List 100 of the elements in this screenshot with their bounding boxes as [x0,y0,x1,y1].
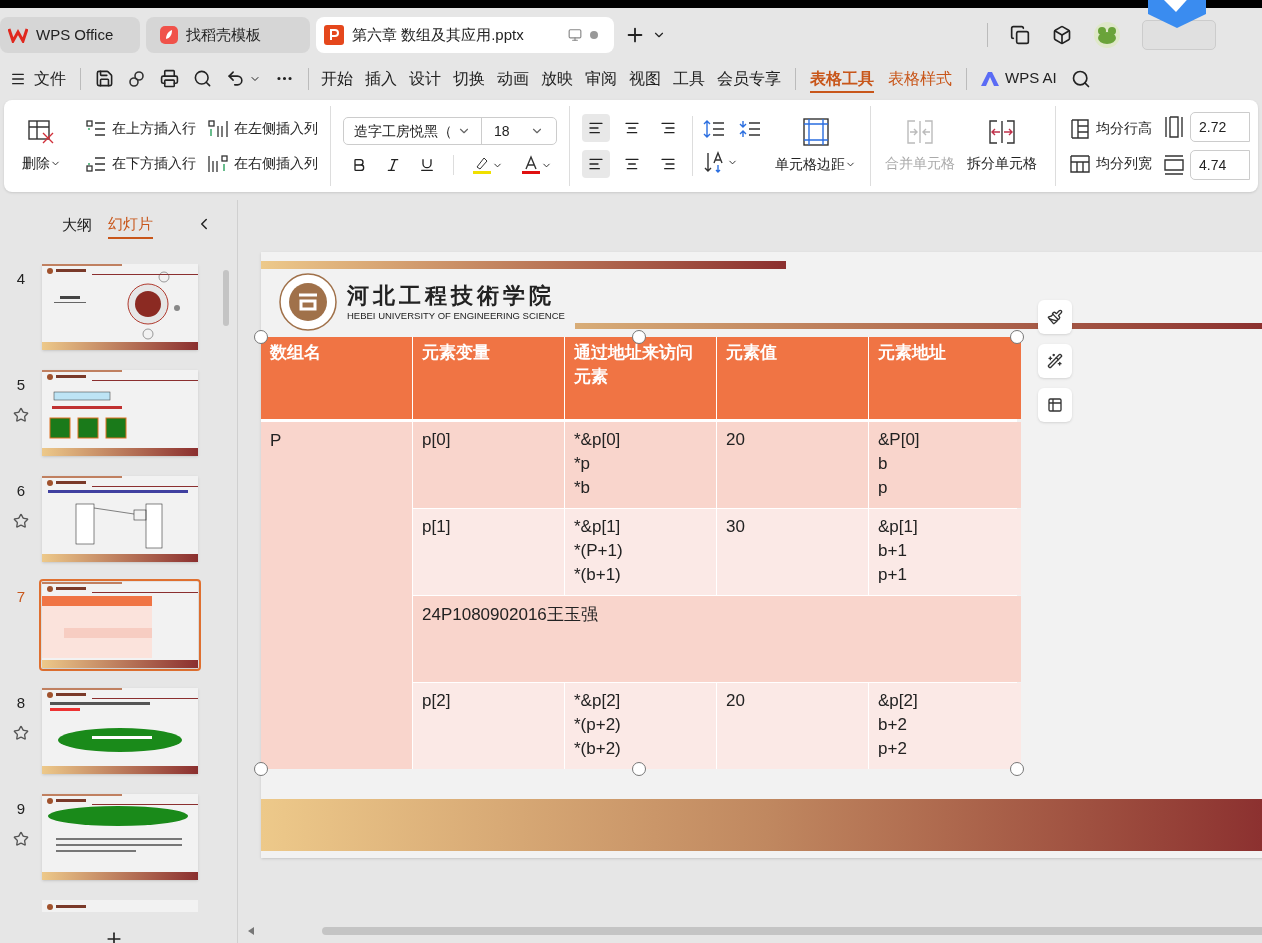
highlighter-icon [472,155,492,175]
menu-tab[interactable]: 开始 [321,66,353,91]
paragraph-spacing-icon[interactable] [739,119,761,139]
table-header-cell: 通过地址来访问元素 [565,337,716,419]
column-width-field[interactable]: 4.74 [1190,150,1250,180]
insert-row-icon [86,154,106,173]
save-icon[interactable] [95,69,114,88]
slide-number: 8 [16,693,26,713]
print-preview-icon[interactable] [193,69,212,88]
print-icon[interactable] [160,69,179,88]
split-cells-button[interactable]: 拆分单元格 [967,118,1037,174]
menu-tab[interactable]: 工具 [673,66,705,91]
highlight-button[interactable] [472,155,503,175]
insert-row-button[interactable]: 在下方插入行 [86,153,196,174]
insert-column-icon [208,154,228,173]
cell-margin-icon[interactable] [802,117,829,146]
slide-thumbnail[interactable] [42,900,198,912]
table-cell: p[0] [413,422,564,508]
distribute-rows-button[interactable]: 均分行高 [1070,118,1152,139]
menu-tab[interactable]: 设计 [409,66,441,91]
insert-column-button[interactable]: 在左侧插入列 [208,118,318,139]
panel-tab[interactable]: 大纲 [62,211,92,237]
underline-icon[interactable] [419,157,435,173]
delete-button[interactable]: 删除 [21,152,61,174]
slide-thumbnail[interactable] [42,476,198,562]
resize-handle[interactable] [1010,330,1024,344]
magic-button[interactable] [1038,344,1072,378]
align-top-button[interactable] [582,114,610,142]
school-english-name: HEBEI UNIVERSITY OF ENGINEERING SCIENCE [347,308,565,323]
align-center-icon[interactable] [624,120,640,136]
table-cell: 30 [717,509,868,595]
animation-star-icon[interactable] [13,830,29,847]
menu-tab[interactable]: 视图 [629,66,661,91]
table-cell: &p[2] b+2 p+2 [869,683,1021,769]
align-bottom-icon[interactable] [660,156,676,172]
animation-star-icon[interactable] [13,406,29,423]
align-right-icon[interactable] [660,120,676,136]
italic-icon[interactable] [385,157,401,173]
menu-tab[interactable]: 放映 [541,66,573,91]
link-icon[interactable] [128,69,146,88]
table-cell: &P[0] b p [869,422,1021,508]
distribute-columns-button[interactable]: 均分列宽 [1070,153,1152,174]
merge-cells-icon [906,118,934,145]
menu-tab[interactable]: 动画 [497,66,529,91]
columns-icon [1070,153,1090,174]
magic-wand-icon [1047,353,1063,369]
scroll-left-icon[interactable] [248,927,254,935]
resize-handle[interactable] [254,762,268,776]
school-name: 河北工程技術学院 [347,280,556,309]
panel-tab[interactable]: 幻灯片 [108,208,153,240]
animation-star-icon[interactable] [13,724,29,741]
table-cell: 20 [717,683,868,769]
slide-thumbnail[interactable] [42,264,198,350]
slide-thumbnail[interactable] [42,582,198,668]
fill-button[interactable] [1038,300,1072,334]
document-tab[interactable]: 第六章 数组及其应用.pptx [316,17,614,53]
slide-thumbnail[interactable] [42,370,198,456]
slide-thumbnail[interactable] [42,794,198,880]
align-middle-icon[interactable] [624,156,640,172]
table-cell: P [261,422,412,769]
search-icon[interactable] [1070,68,1091,89]
undo-icon[interactable] [226,69,245,88]
document-tab[interactable]: 找稻壳模板 [146,17,310,53]
cube-icon[interactable] [1052,25,1072,45]
menu-tab[interactable]: 切换 [453,66,485,91]
slide-thumbnail[interactable] [42,688,198,774]
resize-handle[interactable] [632,330,646,344]
slide-number: 6 [16,481,26,501]
align-left-icon [588,120,604,136]
menu-tab[interactable]: 审阅 [585,66,617,91]
ai-logo-icon [981,71,999,86]
context-tab[interactable]: 表格工具 [810,64,874,93]
insert-row-button[interactable]: 在上方插入行 [86,118,196,139]
align-left-button[interactable] [582,150,610,178]
cell-margin-button[interactable]: 单元格边距 [775,153,856,175]
scrollbar-thumb[interactable] [223,270,229,326]
monitor-icon[interactable] [568,28,582,42]
align-left-icon [588,156,604,172]
row-height-field[interactable]: 2.72 [1190,112,1250,142]
window-list-icon[interactable] [1010,25,1030,45]
login-button[interactable] [1142,20,1216,50]
menu-tab[interactable]: 插入 [365,66,397,91]
resize-handle[interactable] [1010,762,1024,776]
line-spacing-icon[interactable] [703,119,725,139]
font-color-button[interactable] [521,155,552,175]
table-style-button[interactable] [1038,388,1072,422]
row-height-icon [1164,116,1184,138]
context-tab[interactable]: 表格样式 [888,66,952,91]
rows-icon [1070,118,1090,139]
document-tab[interactable]: WPS Office [0,17,140,53]
menu-tab[interactable]: 会员专享 [717,66,781,91]
delete-table-icon[interactable] [27,118,55,145]
resize-handle[interactable] [632,762,646,776]
bold-icon[interactable] [351,157,367,173]
insert-column-button[interactable]: 在右侧插入列 [208,153,318,174]
horizontal-scrollbar-thumb[interactable] [322,927,1262,935]
animation-star-icon[interactable] [13,512,29,529]
resize-handle[interactable] [254,330,268,344]
wps-ai-button[interactable]: WPS AI [981,67,1057,90]
file-menu[interactable]: 文件 [34,66,66,91]
